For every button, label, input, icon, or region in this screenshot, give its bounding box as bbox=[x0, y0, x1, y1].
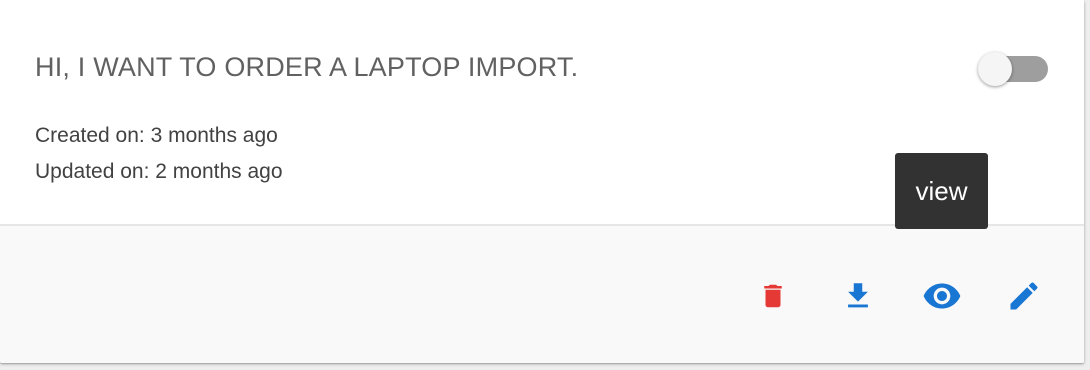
updated-date: Updated on: 2 months ago bbox=[35, 160, 283, 183]
download-icon bbox=[848, 283, 868, 308]
view-button[interactable] bbox=[918, 272, 966, 320]
toggle-thumb bbox=[978, 52, 1012, 86]
edit-button[interactable] bbox=[1000, 272, 1048, 320]
delete-button[interactable] bbox=[749, 272, 797, 320]
trash-icon bbox=[764, 284, 782, 308]
document-card: HI, I WANT TO ORDER A LAPTOP IMPORT. Cre… bbox=[0, 0, 1084, 363]
card-actions bbox=[0, 226, 1084, 363]
created-date: Created on: 3 months ago bbox=[35, 124, 278, 147]
download-button[interactable] bbox=[834, 272, 882, 320]
card-title: HI, I WANT TO ORDER A LAPTOP IMPORT. bbox=[35, 52, 579, 82]
pencil-icon bbox=[1010, 282, 1038, 310]
eye-icon bbox=[923, 283, 961, 309]
toggle-switch[interactable] bbox=[978, 52, 1050, 86]
view-tooltip: view bbox=[895, 153, 988, 229]
